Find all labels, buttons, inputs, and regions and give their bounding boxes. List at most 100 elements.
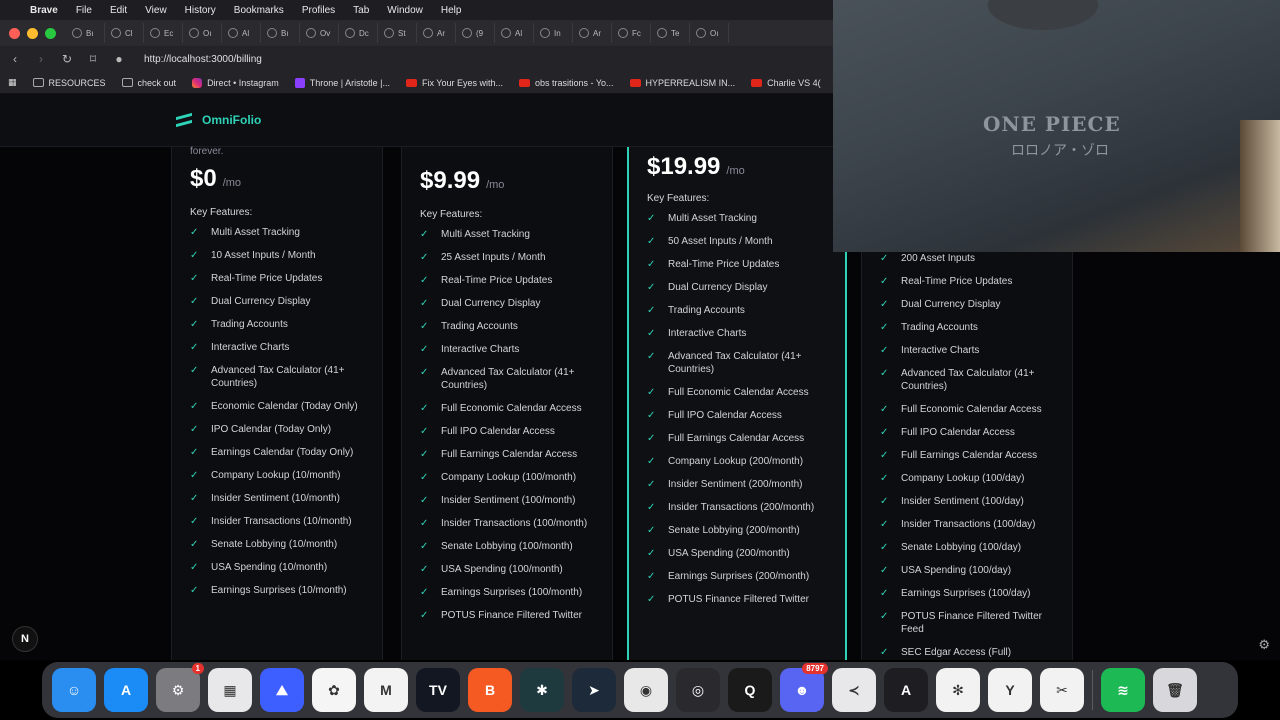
- feature-label: Dual Currency Display: [441, 298, 541, 309]
- close-window-button[interactable]: [9, 27, 20, 39]
- browser-tab[interactable]: Dc: [339, 23, 378, 43]
- tab-label: Ec: [164, 28, 174, 38]
- browser-tab[interactable]: St: [378, 23, 417, 43]
- bookmark-obs-transitions[interactable]: obs trasitions - Yo...: [519, 78, 614, 88]
- dock-finder-icon[interactable]: ☺: [52, 668, 96, 712]
- feature-label: Full IPO Calendar Access: [668, 410, 782, 421]
- browser-tab[interactable]: Ar: [573, 23, 612, 43]
- bookmark-folder-resources[interactable]: RESOURCES: [32, 78, 106, 88]
- omnifolio-logo-icon[interactable]: [176, 112, 192, 128]
- menu-profiles[interactable]: Profiles: [302, 5, 335, 16]
- feature-label: Dual Currency Display: [211, 296, 311, 307]
- bookmark-label: check out: [137, 77, 177, 88]
- bookmark-fix-your-eyes[interactable]: Fix Your Eyes with...: [405, 78, 503, 88]
- reload-icon[interactable]: ↻: [60, 52, 74, 66]
- dock-arc-icon[interactable]: A: [884, 668, 928, 712]
- menu-view[interactable]: View: [145, 5, 167, 16]
- dock-discord-icon[interactable]: ☻ 8797: [780, 663, 828, 712]
- browser-tab[interactable]: Ec: [144, 23, 183, 43]
- dock-capcut-icon[interactable]: ✂: [1040, 668, 1084, 712]
- dock-glyph: Q: [744, 682, 756, 698]
- bookmark-charlie[interactable]: Charlie VS 4(: [751, 78, 821, 88]
- dock-obs-icon[interactable]: ◎: [676, 668, 720, 712]
- feature-item: ✓ Earnings Calendar (Today Only): [190, 446, 370, 459]
- dock-telegram-icon[interactable]: ➤: [572, 668, 616, 712]
- tab-favicon-icon: [267, 28, 277, 38]
- dock-brave-icon[interactable]: B: [468, 668, 512, 712]
- feature-label: Interactive Charts: [211, 342, 290, 353]
- bookmark-instagram[interactable]: Direct • Instagram: [192, 77, 279, 88]
- check-icon: ✓: [647, 502, 656, 513]
- menu-help[interactable]: Help: [441, 5, 462, 16]
- dock-trash-icon[interactable]: 🗑: [1153, 668, 1197, 712]
- dock-chatgpt-tool-icon[interactable]: Q: [728, 668, 772, 712]
- browser-tab[interactable]: Bı: [66, 23, 105, 43]
- zoom-window-button[interactable]: [45, 27, 56, 39]
- plan-card-basic: $9.99 /mo Key Features: ✓ Multi Asset Tra…: [401, 147, 613, 660]
- browser-tab[interactable]: Al: [495, 23, 534, 43]
- browser-tab[interactable]: (9: [456, 23, 495, 43]
- dock-nordvpn-icon[interactable]: ⛰: [260, 668, 304, 712]
- youtube-icon: [405, 78, 417, 87]
- browser-tab[interactable]: In: [534, 23, 573, 43]
- dock-glyph: ≋: [1117, 681, 1129, 698]
- browser-tab[interactable]: Al: [222, 23, 261, 43]
- check-icon: ✓: [880, 565, 889, 576]
- apps-grid-icon[interactable]: ▦: [8, 77, 17, 88]
- dock-app-store-icon[interactable]: A: [104, 668, 148, 712]
- browser-tab[interactable]: Bı: [261, 23, 300, 43]
- dock-tradingview-icon[interactable]: TV: [416, 668, 460, 712]
- menu-edit[interactable]: Edit: [110, 5, 127, 16]
- dock-spotify-icon[interactable]: ≋: [1101, 668, 1145, 712]
- feature-item: ✓ Insider Transactions (100/month): [420, 517, 600, 530]
- menu-app-name[interactable]: Brave: [30, 5, 58, 16]
- tab-label: Ar: [593, 28, 601, 38]
- menu-window[interactable]: Window: [387, 5, 423, 16]
- site-info-icon[interactable]: ●: [112, 52, 126, 66]
- browser-tab[interactable]: Ov: [300, 23, 339, 43]
- feature-label: Trading Accounts: [441, 321, 518, 332]
- address-bar[interactable]: http://localhost:3000/billing: [144, 54, 262, 65]
- dock-chrome-icon[interactable]: ◉: [624, 668, 668, 712]
- dock-launchpad-icon[interactable]: ▦: [208, 668, 252, 712]
- bookmark-icon[interactable]: ⌑: [86, 52, 100, 66]
- browser-tab[interactable]: Oı: [690, 23, 729, 43]
- dock-chatgpt-icon[interactable]: ✻: [936, 668, 980, 712]
- browser-tab[interactable]: Oı: [183, 23, 222, 43]
- bookmark-throne[interactable]: Throne | Aristotle |...: [294, 77, 390, 88]
- dock-gmail-icon[interactable]: M: [364, 668, 408, 712]
- menu-bookmarks[interactable]: Bookmarks: [234, 5, 284, 16]
- dock-yandex-icon[interactable]: Y: [988, 668, 1032, 712]
- tab-label: Dc: [359, 28, 369, 38]
- settings-gear-icon[interactable]: ⚙: [1258, 637, 1270, 653]
- feature-item: ✓ Company Lookup (200/month): [647, 455, 827, 468]
- dock-photos-icon[interactable]: ✿: [312, 668, 356, 712]
- nextjs-dev-badge[interactable]: N: [12, 626, 38, 652]
- feature-item: ✓ POTUS Finance Filtered Twitter: [420, 609, 600, 622]
- feature-label: Advanced Tax Calculator (41+ Countries): [211, 365, 345, 389]
- menu-history[interactable]: History: [185, 5, 216, 16]
- feature-label: Dual Currency Display: [901, 299, 1001, 310]
- browser-tab[interactable]: Fc: [612, 23, 651, 43]
- browser-tab[interactable]: Cl: [105, 23, 144, 43]
- dock-system-settings-icon[interactable]: ⚙ 1: [156, 663, 204, 712]
- feature-label: Insider Transactions (100/day): [901, 519, 1036, 530]
- bookmark-folder-check-out[interactable]: check out: [121, 77, 177, 88]
- back-arrow-icon[interactable]: ‹: [8, 52, 22, 66]
- dock-vscode-icon[interactable]: ≺: [832, 668, 876, 712]
- feature-item: ✓ Insider Sentiment (100/month): [420, 494, 600, 507]
- browser-tab[interactable]: Te: [651, 23, 690, 43]
- feature-item: ✓ Real-Time Price Updates: [190, 272, 370, 285]
- feature-label: Full IPO Calendar Access: [441, 426, 555, 437]
- brand-name[interactable]: OmniFolio: [202, 113, 261, 127]
- bookmark-hyperrealism[interactable]: HYPERREALISM IN...: [629, 78, 735, 88]
- browser-tab[interactable]: Ar: [417, 23, 456, 43]
- dock-perplexity-icon[interactable]: ✱: [520, 668, 564, 712]
- feature-label: Insider Sentiment (10/month): [211, 493, 340, 504]
- youtube-icon: [629, 78, 641, 87]
- tab-label: St: [398, 28, 406, 38]
- minimize-window-button[interactable]: [27, 27, 38, 39]
- menu-file[interactable]: File: [76, 5, 92, 16]
- menu-tab[interactable]: Tab: [353, 5, 369, 16]
- forward-arrow-icon[interactable]: ›: [34, 52, 48, 66]
